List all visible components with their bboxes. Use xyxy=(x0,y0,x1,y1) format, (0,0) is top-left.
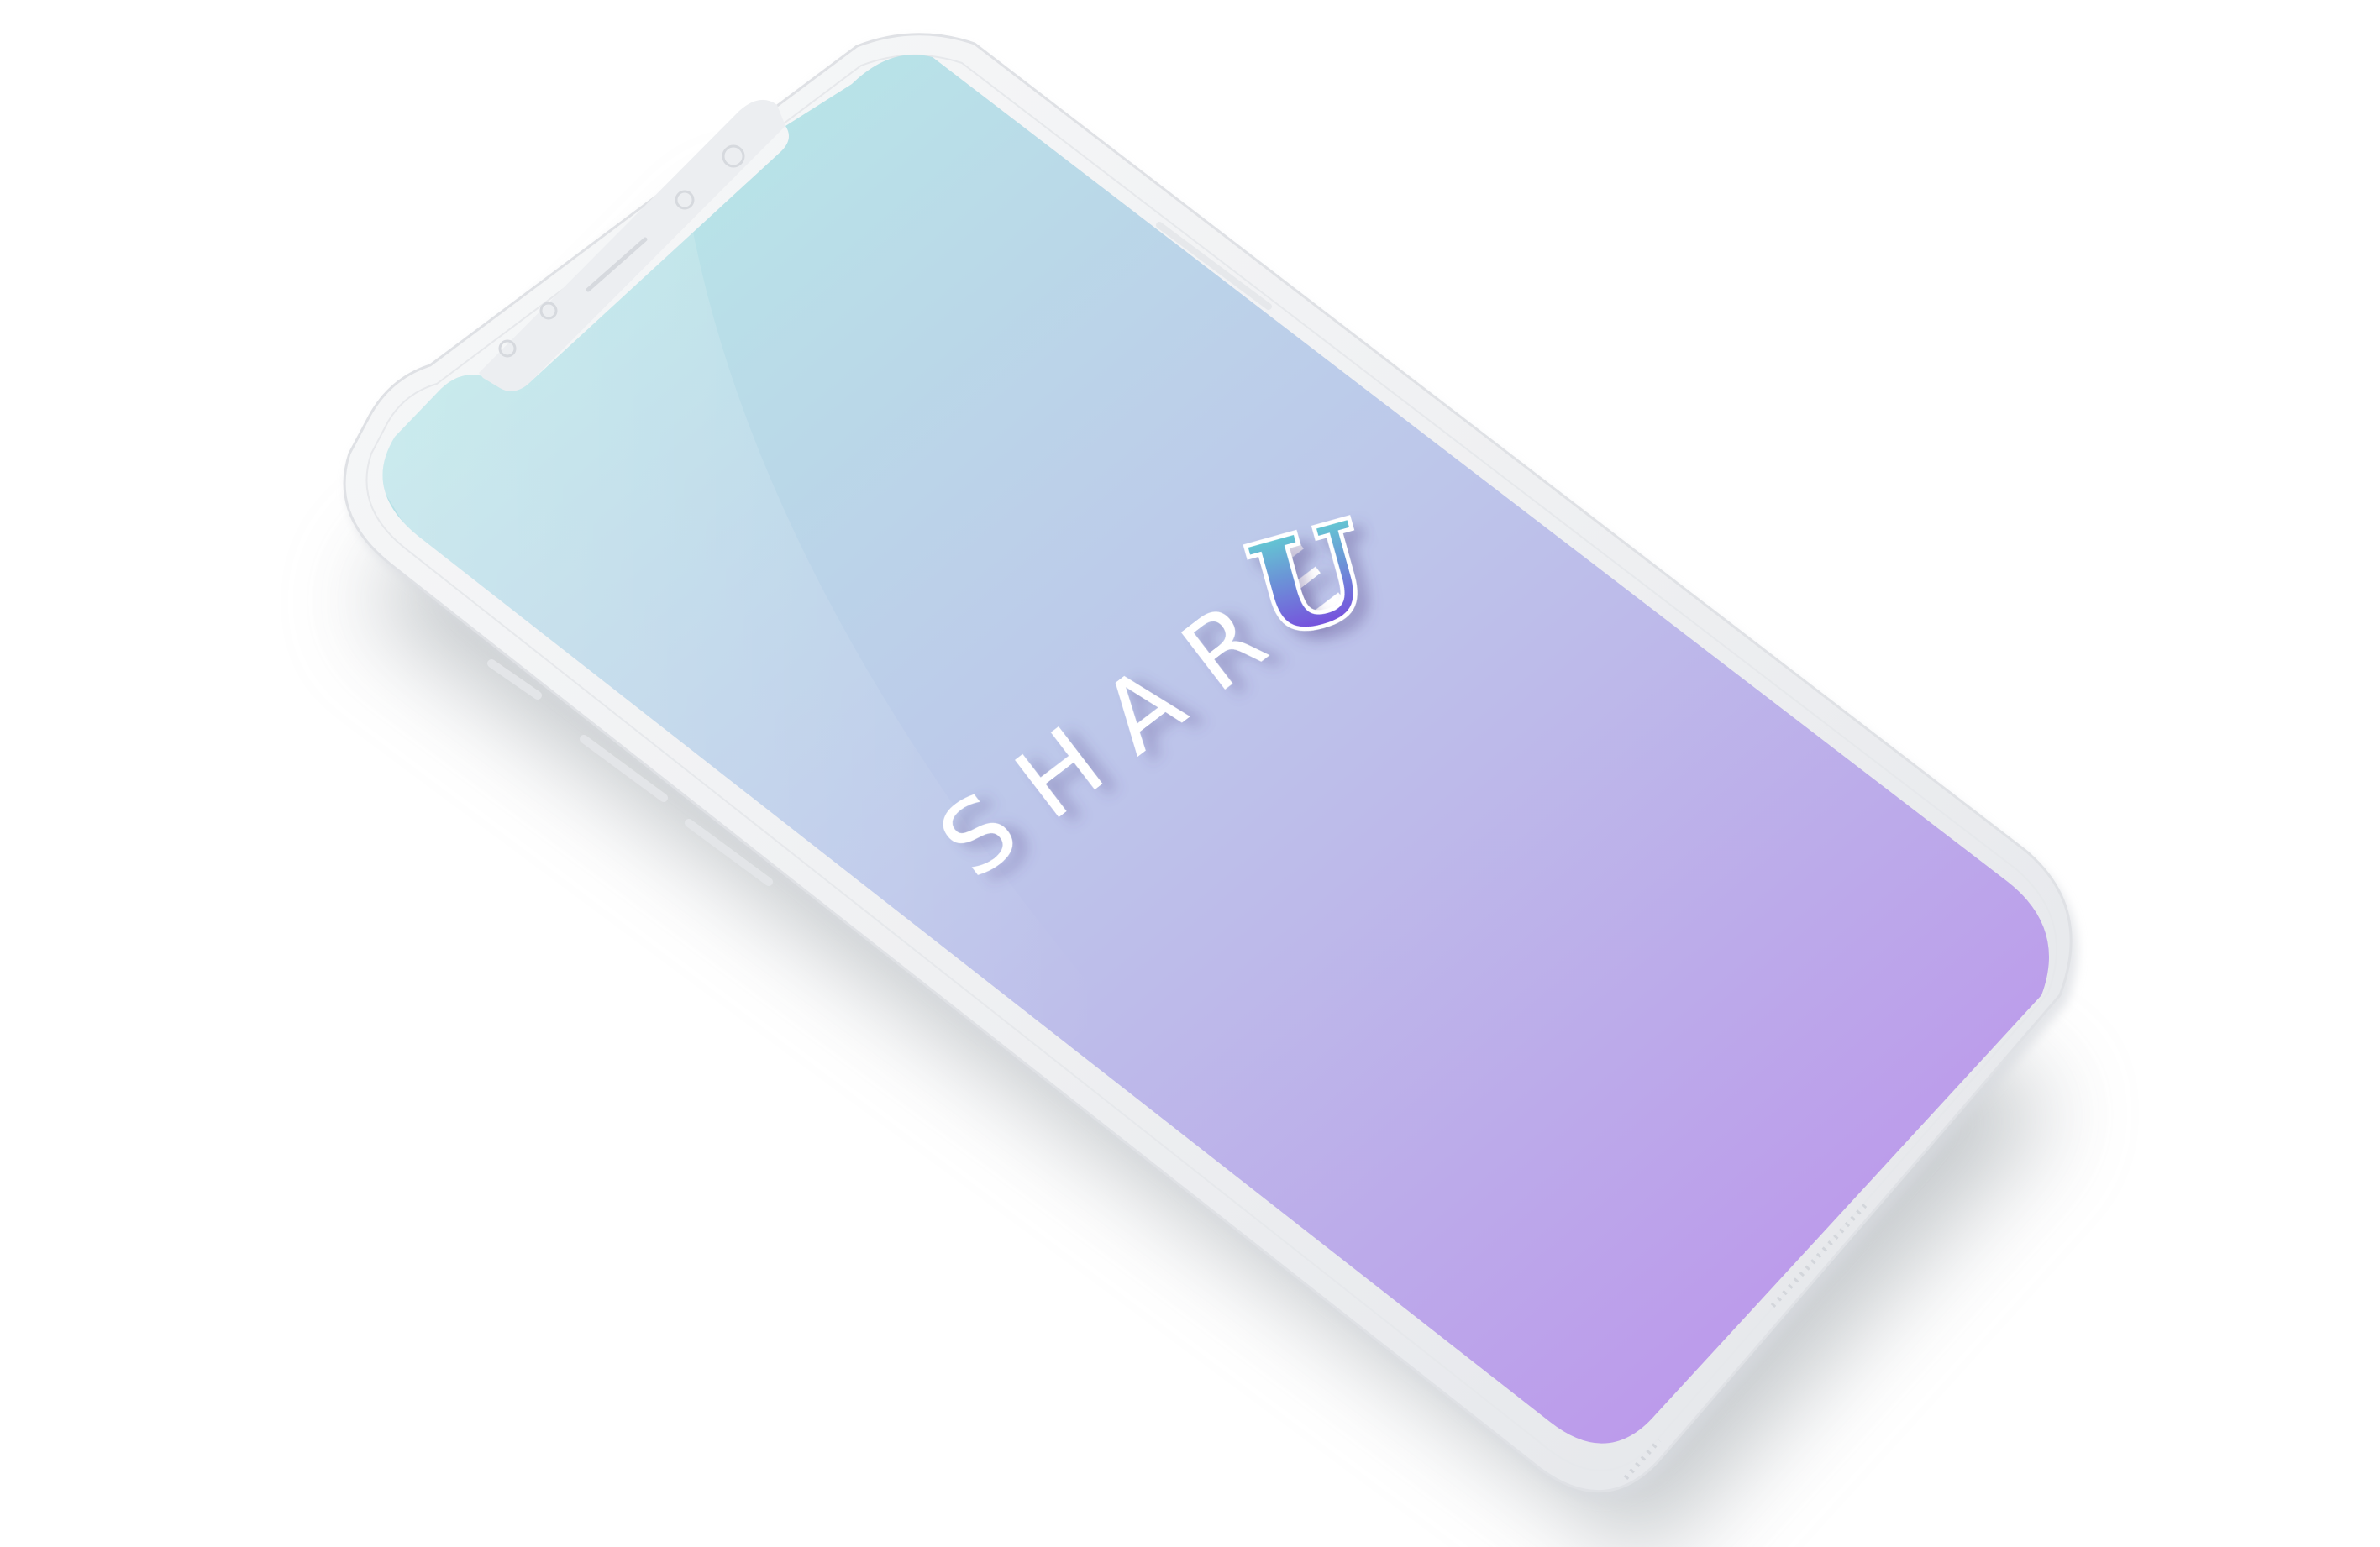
device-mockup-scene: SHARE U xyxy=(0,0,2380,1547)
phone-illustration: SHARE U xyxy=(343,33,2078,1547)
